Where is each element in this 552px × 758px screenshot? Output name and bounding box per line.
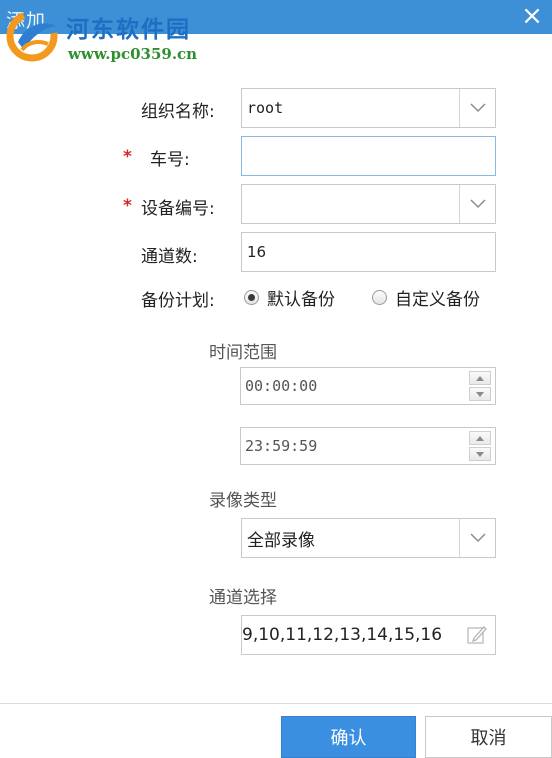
plate-required-mark: *: [123, 147, 132, 167]
watermark-site-name: 河东软件园: [66, 16, 191, 43]
org-name-select[interactable]: root: [241, 88, 496, 128]
watermark-url: www.pc0359.cn: [68, 45, 198, 63]
backup-plan-label: 备份计划:: [141, 291, 215, 311]
channel-select-field[interactable]: 9,10,11,12,13,14,15,16: [241, 615, 496, 655]
org-name-label: 组织名称:: [141, 102, 215, 122]
start-time-spinner[interactable]: 00:00:00: [240, 367, 496, 405]
radio-checked-icon: [244, 290, 259, 305]
channels-value: 16: [247, 243, 267, 261]
device-no-label: 设备编号:: [141, 199, 215, 219]
triangle-down-icon[interactable]: [469, 387, 491, 401]
end-time-value: 23:59:59: [245, 437, 318, 455]
triangle-up-icon[interactable]: [469, 431, 491, 445]
add-dialog: 添加 × 河东软件园 www.pc0359.cn 组织名称: root * 车号…: [0, 0, 552, 758]
device-no-select[interactable]: [241, 184, 496, 224]
channel-select-label: 通道选择: [209, 588, 277, 608]
watermark-logo-icon: [6, 10, 58, 62]
chevron-down-icon[interactable]: [459, 185, 495, 223]
radio-default-backup[interactable]: 默认备份: [244, 285, 335, 310]
triangle-down-icon[interactable]: [469, 447, 491, 461]
confirm-button[interactable]: 确认: [281, 716, 416, 758]
channel-select-value: 9,10,11,12,13,14,15,16: [242, 625, 443, 645]
close-icon[interactable]: ×: [518, 2, 546, 30]
footer-divider: [0, 703, 552, 704]
record-type-value: 全部录像: [247, 530, 315, 551]
channels-label: 通道数:: [141, 247, 198, 267]
plate-input[interactable]: [241, 136, 496, 176]
edit-icon[interactable]: [459, 616, 495, 654]
watermark: 河东软件园 www.pc0359.cn: [0, 0, 260, 72]
radio-unchecked-icon: [372, 290, 387, 305]
start-time-value: 00:00:00: [245, 377, 318, 395]
org-name-value: root: [247, 99, 284, 117]
triangle-up-icon[interactable]: [469, 371, 491, 385]
chevron-down-icon[interactable]: [459, 519, 495, 557]
device-no-required-mark: *: [123, 196, 132, 216]
channels-input[interactable]: 16: [241, 232, 496, 272]
radio-custom-backup-label: 自定义备份: [395, 290, 480, 310]
record-type-select[interactable]: 全部录像: [241, 518, 496, 558]
radio-custom-backup[interactable]: 自定义备份: [372, 285, 480, 310]
chevron-down-icon[interactable]: [459, 89, 495, 127]
radio-default-backup-label: 默认备份: [267, 290, 335, 310]
record-type-label: 录像类型: [209, 491, 277, 511]
plate-label: 车号:: [150, 150, 190, 170]
time-range-label: 时间范围: [209, 343, 277, 363]
end-time-spinner[interactable]: 23:59:59: [240, 427, 496, 465]
cancel-button[interactable]: 取消: [425, 716, 552, 758]
